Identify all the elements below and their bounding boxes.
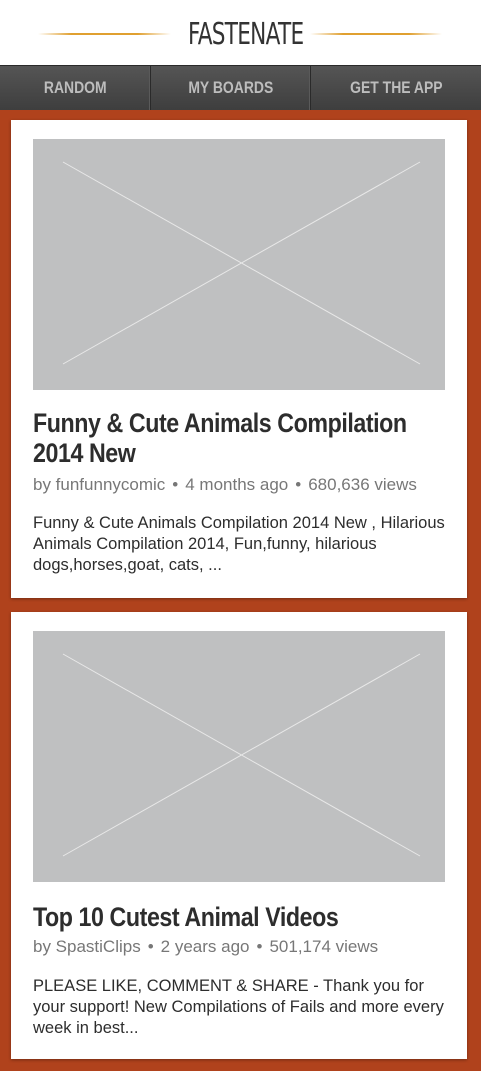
video-meta: by funfunnycomic • 4 months ago • 680,636 vi… <box>33 475 417 495</box>
video-description: Funny & Cute Animals Compilation 2014 Ne… <box>33 514 445 574</box>
nav-random[interactable]: RANDOM <box>0 66 151 110</box>
placeholder-image-icon <box>62 653 421 857</box>
nav-get-the-app-label: GET THE APP <box>349 78 443 97</box>
video-card[interactable]: Top 10 Cutest Animal Videos by SpastiCli… <box>11 612 467 1059</box>
video-views: 501,174 views <box>269 937 379 956</box>
video-card[interactable]: Funny & Cute Animals Compilation 2014 Ne… <box>11 120 467 598</box>
video-views: 680,636 views <box>308 475 417 494</box>
video-title[interactable]: Funny & Cute Animals Compilation 2014 Ne… <box>33 408 453 468</box>
meta-separator: • <box>256 937 263 956</box>
main-nav: RANDOM MY BOARDS GET THE APP <box>0 65 481 110</box>
nav-my-boards[interactable]: MY BOARDS <box>151 66 311 110</box>
video-age: 4 months ago <box>185 475 289 494</box>
video-meta: by SpastiClips • 2 years ago • 501,174 views <box>33 937 378 957</box>
placeholder-image-icon <box>62 161 421 365</box>
meta-separator: • <box>172 475 179 494</box>
video-thumbnail[interactable] <box>33 139 445 390</box>
meta-separator: • <box>295 475 302 494</box>
header-divider-left <box>38 33 171 35</box>
header-divider-right <box>310 33 442 35</box>
video-author[interactable]: by SpastiClips <box>33 937 141 956</box>
nav-get-the-app[interactable]: GET THE APP <box>311 66 481 110</box>
site-logo[interactable]: FASTENATE <box>182 12 304 56</box>
video-thumbnail[interactable] <box>33 631 445 882</box>
nav-my-boards-label: MY BOARDS <box>188 78 273 97</box>
video-age: 2 years ago <box>160 937 250 956</box>
site-header: FASTENATE <box>0 0 481 65</box>
video-title[interactable]: Top 10 Cutest Animal Videos <box>33 902 453 932</box>
logo-text: FASTENATE <box>188 16 304 52</box>
video-description: PLEASE LIKE, COMMENT & SHARE - Thank you… <box>33 977 444 1037</box>
meta-separator: • <box>147 937 154 956</box>
nav-random-label: RANDOM <box>43 78 107 97</box>
video-author[interactable]: by funfunnycomic <box>33 475 165 494</box>
